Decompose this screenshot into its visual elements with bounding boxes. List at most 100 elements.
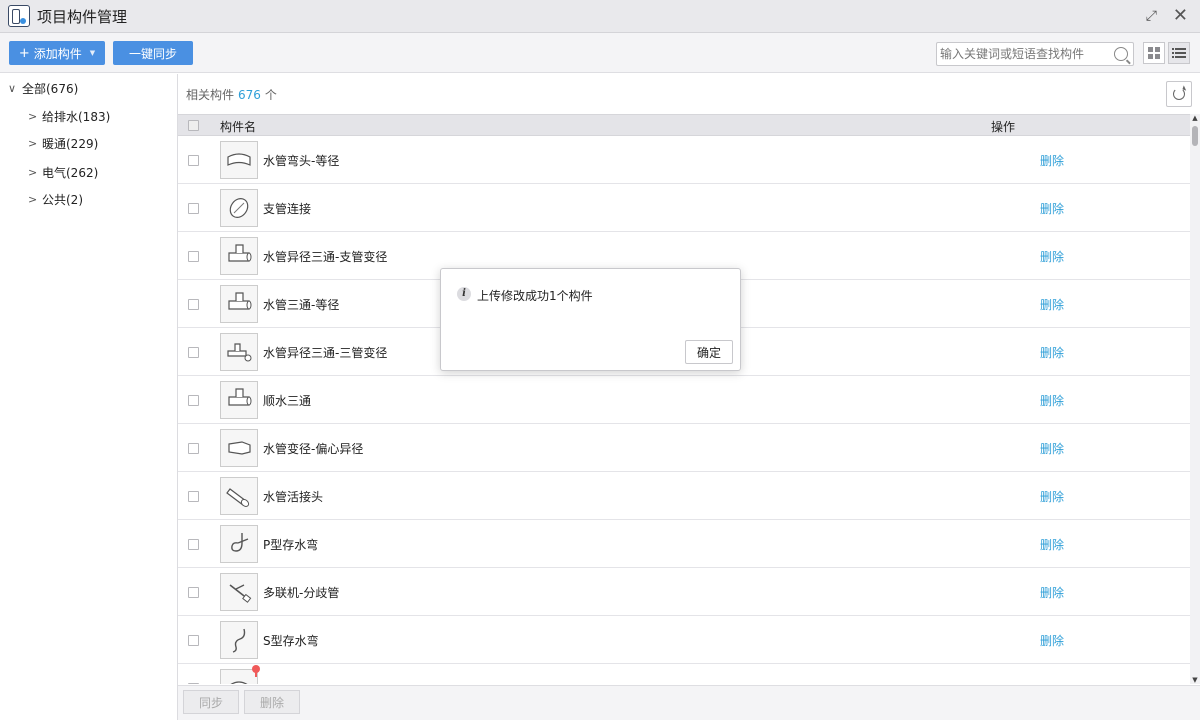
maximize-icon[interactable]: ⤢	[1146, 9, 1157, 23]
row-checkbox[interactable]	[188, 491, 199, 502]
add-component-button[interactable]: + 添加构件 ▼	[9, 41, 105, 65]
component-thumbnail	[220, 141, 258, 179]
union-icon	[226, 488, 250, 507]
delete-link[interactable]: 删除	[1040, 344, 1064, 361]
component-name: 支管连接	[263, 202, 312, 216]
summary-suffix: 个	[264, 88, 277, 102]
delete-link[interactable]: 删除	[1040, 152, 1064, 169]
search-input[interactable]	[940, 47, 1110, 61]
table-row[interactable]: P型存水弯 删除	[178, 520, 1190, 568]
add-component-label: 添加构件	[33, 46, 82, 61]
dialog-message: 上传修改成功1个构件	[477, 289, 593, 303]
window-controls: ⤢ ✕	[1146, 7, 1188, 25]
column-header-name: 构件名	[220, 120, 257, 134]
tree-item-hvac[interactable]: > 暖通(229)	[28, 131, 98, 155]
delete-link[interactable]: 删除	[1040, 440, 1064, 457]
delete-link[interactable]: 删除	[1040, 584, 1064, 601]
row-checkbox[interactable]	[188, 347, 199, 358]
delete-link[interactable]: 删除	[1040, 536, 1064, 553]
close-icon[interactable]: ✕	[1173, 7, 1188, 25]
tee-icon	[228, 388, 252, 406]
tree-item-plumbing[interactable]: > 给排水(183)	[28, 104, 110, 128]
component-thumbnail	[220, 237, 258, 275]
component-name: 水管变径-偏心异径	[263, 442, 364, 456]
table-row[interactable]: 水管活接头 删除	[178, 472, 1190, 520]
toolbar: + 添加构件 ▼ 一键同步	[0, 33, 1200, 73]
delete-link[interactable]: 删除	[1040, 296, 1064, 313]
row-checkbox[interactable]	[188, 299, 199, 310]
chevron-right-icon: >	[28, 192, 38, 206]
row-checkbox[interactable]	[188, 539, 199, 550]
tee-icon	[228, 292, 252, 310]
delete-link[interactable]: 删除	[1040, 632, 1064, 649]
row-checkbox[interactable]	[188, 395, 199, 406]
sync-button[interactable]: 同步	[183, 690, 239, 714]
branch-icon	[229, 198, 249, 218]
table-row[interactable]: 顺水三通 删除	[178, 376, 1190, 424]
vertical-scrollbar[interactable]: ▲ ▼	[1190, 114, 1200, 684]
component-thumbnail	[220, 621, 258, 659]
tree-item-label: 全部(676)	[22, 81, 79, 96]
scroll-thumb[interactable]	[1192, 126, 1198, 146]
table-row[interactable]: S型存水弯 删除	[178, 616, 1190, 664]
table-body: 水管弯头-等径 删除 支管连接 删除 水管异径三通-支管变径 删除 水管三通-等径 删除 水管异…	[178, 136, 1190, 684]
grid-view-button[interactable]	[1143, 42, 1165, 64]
tree-item-public[interactable]: > 公共(2)	[28, 187, 83, 211]
table-row[interactable]: 水管弯头-等径 删除	[178, 136, 1190, 184]
p-trap-icon	[231, 533, 249, 552]
s-trap-icon	[232, 628, 246, 653]
component-thumbnail	[220, 189, 258, 227]
chevron-right-icon: >	[28, 165, 38, 179]
list-icon	[1172, 48, 1186, 58]
search-icon[interactable]	[1114, 47, 1128, 61]
component-name: S型存水弯	[263, 634, 319, 648]
chevron-down-icon: ∨	[8, 81, 17, 95]
component-name: 多联机-分歧管	[263, 586, 340, 600]
delete-link[interactable]: 删除	[1040, 488, 1064, 505]
summary-prefix: 相关构件	[186, 88, 235, 102]
row-checkbox[interactable]	[188, 251, 199, 262]
select-all-checkbox[interactable]	[188, 120, 199, 131]
row-checkbox[interactable]	[188, 203, 199, 214]
delete-link[interactable]: 删除	[1040, 392, 1064, 409]
grid-icon	[1148, 47, 1160, 59]
tree-item-electrical[interactable]: > 电气(262)	[28, 160, 98, 184]
row-checkbox[interactable]	[188, 587, 199, 598]
delete-link[interactable]: 删除	[1040, 200, 1064, 217]
table-row[interactable]: 水管管帽 删除	[178, 664, 1190, 684]
component-name: 水管异径三通-三管变径	[263, 346, 388, 360]
table-row[interactable]: 多联机-分歧管 删除	[178, 568, 1190, 616]
table-header: 构件名 操作	[178, 114, 1190, 136]
one-click-sync-button[interactable]: 一键同步	[113, 41, 193, 65]
component-thumbnail	[220, 429, 258, 467]
delete-selected-button[interactable]: 删除	[244, 690, 300, 714]
scroll-up-icon[interactable]: ▲	[1191, 114, 1199, 122]
app-logo-icon	[8, 5, 30, 27]
row-checkbox[interactable]	[188, 155, 199, 166]
table-row[interactable]: 水管变径-偏心异径 删除	[178, 424, 1190, 472]
reducer-icon	[228, 441, 251, 455]
plus-icon: +	[18, 45, 30, 61]
component-name: 水管活接头	[263, 490, 324, 504]
row-checkbox[interactable]	[188, 635, 199, 646]
result-summary: 相关构件 676 个	[186, 86, 277, 103]
delete-link[interactable]: 删除	[1040, 248, 1064, 265]
delete-link[interactable]: 删除	[1040, 682, 1064, 684]
elbow-icon	[227, 153, 251, 166]
row-checkbox[interactable]	[188, 443, 199, 454]
component-name: 水管管帽	[263, 682, 311, 684]
cap-icon	[230, 681, 248, 684]
branch-pipe-icon	[229, 584, 252, 603]
scroll-down-icon[interactable]: ▼	[1191, 676, 1199, 684]
component-name: 水管弯头-等径	[263, 154, 340, 168]
list-view-button[interactable]	[1168, 42, 1190, 64]
table-row[interactable]: 支管连接 删除	[178, 184, 1190, 232]
tree-item-all[interactable]: ∨ 全部(676)	[8, 76, 78, 100]
chevron-right-icon: >	[28, 109, 38, 123]
chevron-right-icon: >	[28, 136, 38, 150]
row-checkbox[interactable]	[188, 683, 199, 684]
tree-item-label: 电气(262)	[42, 165, 99, 180]
refresh-button[interactable]	[1166, 81, 1192, 107]
confirm-button[interactable]: 确定	[685, 340, 733, 364]
refresh-icon	[1173, 88, 1185, 100]
